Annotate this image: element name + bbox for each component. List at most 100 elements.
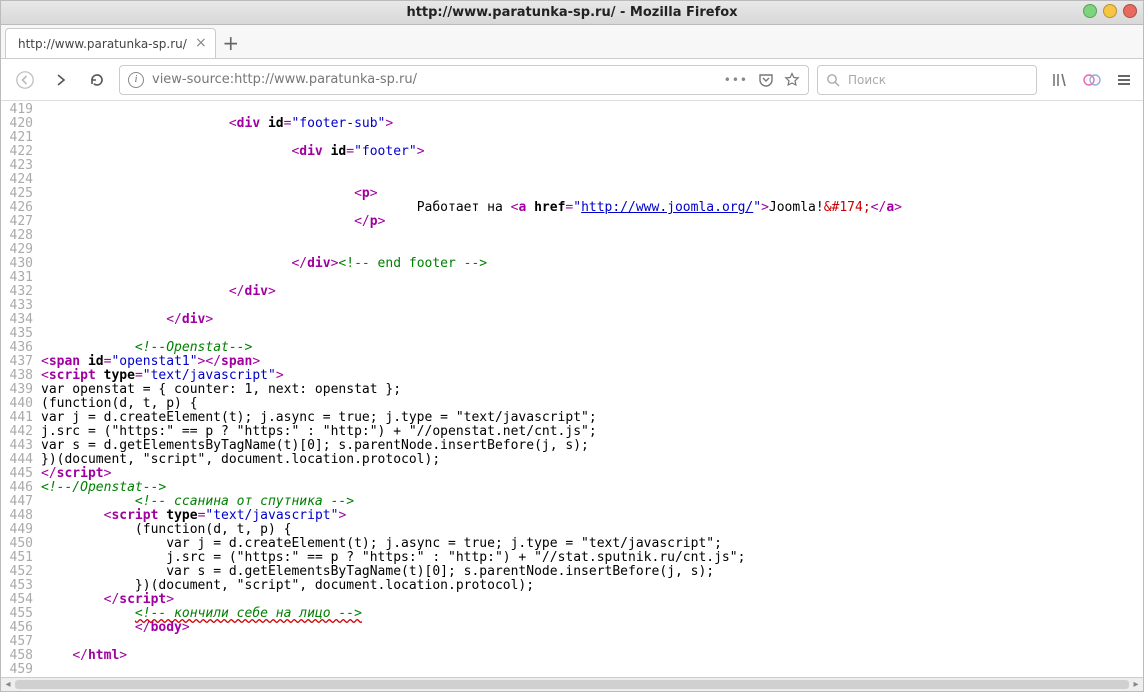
line-number: 432 xyxy=(1,285,41,299)
source-line: 457 xyxy=(1,635,1143,649)
source-code[interactable]: <!--/Openstat--> xyxy=(41,481,1143,495)
line-number: 424 xyxy=(1,173,41,187)
source-code[interactable]: j.src = ("https:" == p ? "https:" : "htt… xyxy=(41,425,1143,439)
line-number: 427 xyxy=(1,215,41,229)
search-bar[interactable]: Поиск xyxy=(817,65,1037,95)
forward-button[interactable] xyxy=(47,66,75,94)
source-code[interactable]: <script type="text/javascript"> xyxy=(41,369,1143,383)
source-line: 450 var j = d.createElement(t); j.async … xyxy=(1,537,1143,551)
site-info-icon[interactable]: i xyxy=(128,72,144,88)
source-code[interactable] xyxy=(41,299,1143,313)
source-code[interactable] xyxy=(41,327,1143,341)
source-code[interactable] xyxy=(41,229,1143,243)
line-number: 459 xyxy=(1,663,41,677)
source-code[interactable] xyxy=(41,663,1143,677)
source-line: 436 <!--Openstat--> xyxy=(1,341,1143,355)
source-code[interactable]: <!--Openstat--> xyxy=(41,341,1143,355)
line-number: 455 xyxy=(1,607,41,621)
source-code[interactable]: </p> xyxy=(41,215,1143,229)
source-line: 428 xyxy=(1,229,1143,243)
source-code[interactable]: </script> xyxy=(41,593,1143,607)
source-code[interactable]: </body> xyxy=(41,621,1143,635)
source-code[interactable]: <div id="footer"> xyxy=(41,145,1143,159)
source-view[interactable]: 419 420 <div id="footer-sub">421 422 <di… xyxy=(1,101,1143,677)
source-code[interactable]: })(document, "script", document.location… xyxy=(41,579,1143,593)
source-line: 442j.src = ("https:" == p ? "https:" : "… xyxy=(1,425,1143,439)
source-line: 459 xyxy=(1,663,1143,677)
source-line: 429 xyxy=(1,243,1143,257)
menu-icon[interactable] xyxy=(1115,71,1133,89)
source-line: 437<span id="openstat1"></span> xyxy=(1,355,1143,369)
minimize-button[interactable] xyxy=(1083,4,1097,18)
source-code[interactable] xyxy=(41,173,1143,187)
source-code[interactable]: <div id="footer-sub"> xyxy=(41,117,1143,131)
back-button[interactable] xyxy=(11,66,39,94)
dots-icon[interactable]: ••• xyxy=(724,73,748,87)
source-code[interactable]: </div> xyxy=(41,285,1143,299)
line-number: 440 xyxy=(1,397,41,411)
line-number: 438 xyxy=(1,369,41,383)
line-number: 449 xyxy=(1,523,41,537)
line-number: 452 xyxy=(1,565,41,579)
source-code[interactable]: var s = d.getElementsByTagName(t)[0]; s.… xyxy=(41,565,1143,579)
source-code[interactable]: </script> xyxy=(41,467,1143,481)
line-number: 422 xyxy=(1,145,41,159)
source-code[interactable]: </div><!-- end footer --> xyxy=(41,257,1143,271)
source-code[interactable] xyxy=(41,635,1143,649)
navigation-toolbar: i view-source:http://www.paratunka-sp.ru… xyxy=(1,59,1143,101)
source-code[interactable]: var j = d.createElement(t); j.async = tr… xyxy=(41,411,1143,425)
browser-tab[interactable]: http://www.paratunka-sp.ru/ × xyxy=(5,28,216,58)
source-code[interactable]: var j = d.createElement(t); j.async = tr… xyxy=(41,537,1143,551)
source-line: 444})(document, "script", document.locat… xyxy=(1,453,1143,467)
line-number: 456 xyxy=(1,621,41,635)
source-code[interactable]: var s = d.getElementsByTagName(t)[0]; s.… xyxy=(41,439,1143,453)
source-code[interactable] xyxy=(41,243,1143,257)
reload-button[interactable] xyxy=(83,66,111,94)
source-code[interactable]: <p> xyxy=(41,187,1143,201)
scroll-right-arrow[interactable]: ▸ xyxy=(1129,678,1143,691)
source-code[interactable]: })(document, "script", document.location… xyxy=(41,453,1143,467)
close-button[interactable] xyxy=(1123,4,1137,18)
toolbar-right xyxy=(1051,71,1133,89)
source-line: 434 </div> xyxy=(1,313,1143,327)
line-number: 445 xyxy=(1,467,41,481)
new-tab-button[interactable]: + xyxy=(216,28,246,58)
source-code[interactable]: var openstat = { counter: 1, next: opens… xyxy=(41,383,1143,397)
source-code[interactable]: <!-- кончили себе на лицо --> xyxy=(41,607,1143,621)
source-code[interactable] xyxy=(41,131,1143,145)
source-code[interactable] xyxy=(41,159,1143,173)
source-code[interactable] xyxy=(41,103,1143,117)
line-number: 429 xyxy=(1,243,41,257)
source-code[interactable]: <script type="text/javascript"> xyxy=(41,509,1143,523)
source-code[interactable]: (function(d, t, p) { xyxy=(41,523,1143,537)
line-number: 436 xyxy=(1,341,41,355)
url-text: view-source:http://www.paratunka-sp.ru/ xyxy=(152,72,716,87)
scroll-left-arrow[interactable]: ◂ xyxy=(1,678,15,691)
source-line: 422 <div id="footer"> xyxy=(1,145,1143,159)
source-code[interactable]: <!-- ссанина от спутника --> xyxy=(41,495,1143,509)
library-icon[interactable] xyxy=(1051,71,1069,89)
source-code[interactable]: </html> xyxy=(41,649,1143,663)
horizontal-scrollbar[interactable]: ◂ ▸ xyxy=(1,677,1143,691)
line-number: 444 xyxy=(1,453,41,467)
bookmark-star-icon[interactable] xyxy=(784,72,800,88)
maximize-button[interactable] xyxy=(1103,4,1117,18)
source-code[interactable] xyxy=(41,271,1143,285)
line-number: 430 xyxy=(1,257,41,271)
url-bar[interactable]: i view-source:http://www.paratunka-sp.ru… xyxy=(119,65,809,95)
source-line: 455 <!-- кончили себе на лицо --> xyxy=(1,607,1143,621)
line-number: 441 xyxy=(1,411,41,425)
source-code[interactable]: j.src = ("https:" == p ? "https:" : "htt… xyxy=(41,551,1143,565)
scroll-thumb[interactable] xyxy=(15,680,1129,689)
window-titlebar: http://www.paratunka-sp.ru/ - Mozilla Fi… xyxy=(1,1,1143,25)
source-code[interactable]: Работает на <a href="http://www.joomla.o… xyxy=(41,201,1143,215)
source-code[interactable]: </div> xyxy=(41,313,1143,327)
line-number: 447 xyxy=(1,495,41,509)
extension-icon[interactable] xyxy=(1083,71,1101,89)
source-line: 421 xyxy=(1,131,1143,145)
forward-icon xyxy=(53,72,69,88)
source-code[interactable]: (function(d, t, p) { xyxy=(41,397,1143,411)
tab-close-icon[interactable]: × xyxy=(195,35,207,51)
source-code[interactable]: <span id="openstat1"></span> xyxy=(41,355,1143,369)
pocket-icon[interactable] xyxy=(758,72,774,88)
